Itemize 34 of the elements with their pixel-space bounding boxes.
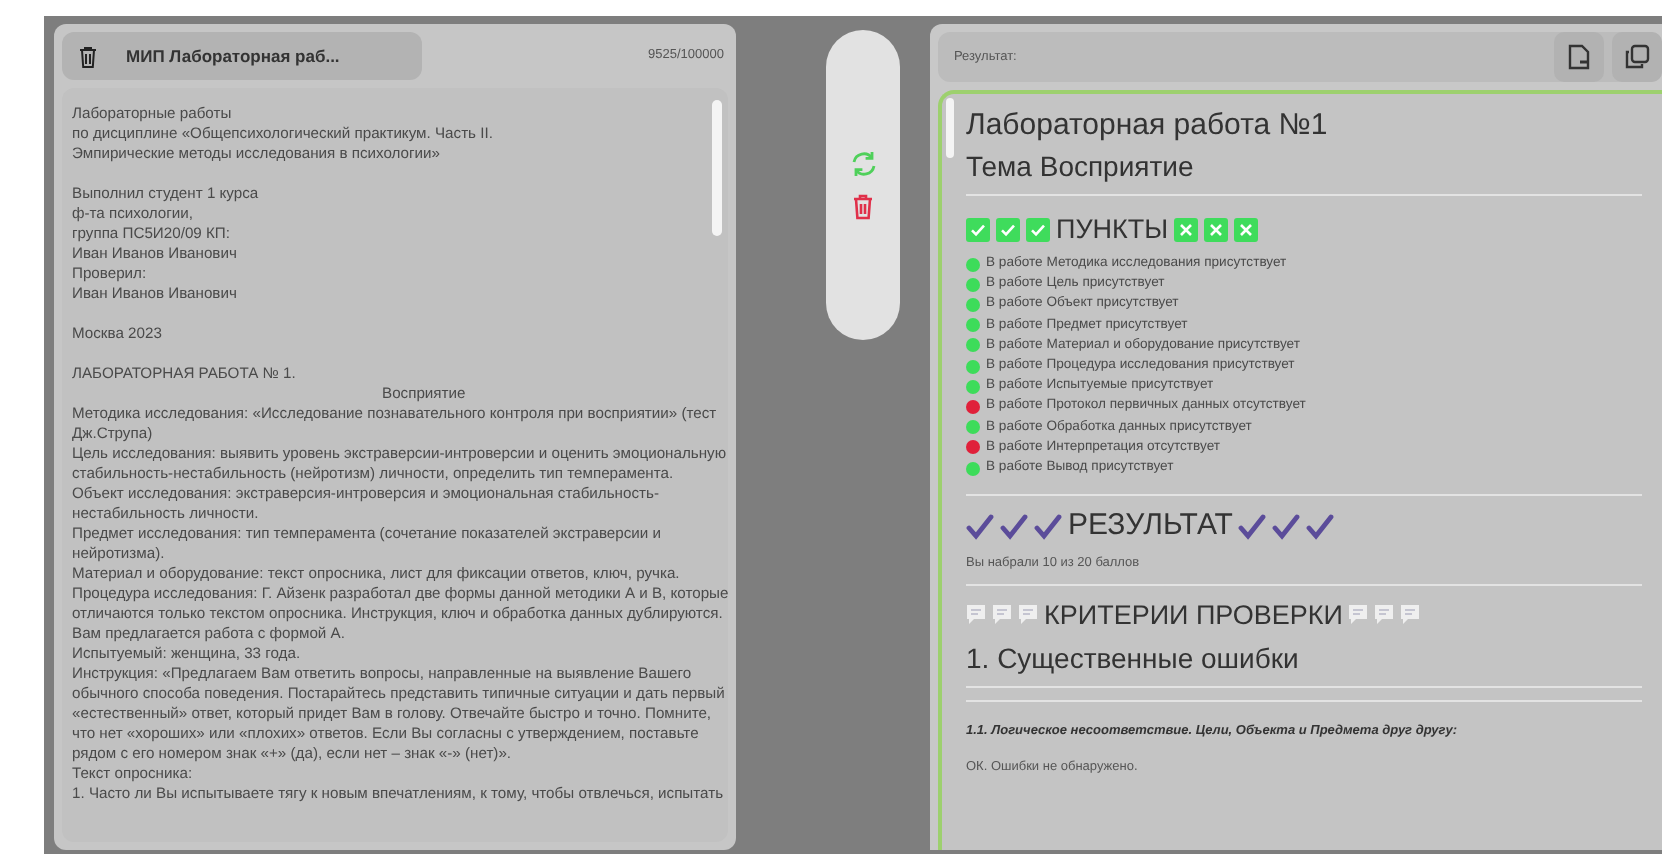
section-title: 1. Существенные ошибки <box>966 639 1301 676</box>
document-icon <box>1568 44 1590 70</box>
check-mark-icon <box>1000 513 1028 540</box>
check-mark-icon <box>1034 513 1062 540</box>
comment-icon <box>992 604 1012 627</box>
copy-icon <box>1624 44 1650 70</box>
section-heading: КРИТЕРИИ ПРОВЕРКИ <box>1044 597 1343 634</box>
topic-title: Тема Восприятие <box>966 148 1196 184</box>
cross-box-icon <box>1204 218 1229 242</box>
check-box-icon <box>1026 218 1050 242</box>
check-box-icon <box>966 218 990 242</box>
scrollbar-thumb[interactable] <box>946 98 954 158</box>
comment-icon <box>1400 604 1421 627</box>
tab-title: МИП Лабораторная раб... <box>126 43 340 69</box>
check-mark-icon <box>1306 513 1335 540</box>
document-tab[interactable]: МИП Лабораторная раб... <box>62 32 422 80</box>
trash-icon[interactable] <box>852 194 874 220</box>
check-mark-icon <box>1272 513 1301 540</box>
copy-button[interactable] <box>1612 32 1662 82</box>
section-heading: РЕЗУЛЬТАТ <box>1068 508 1233 545</box>
comment-icon <box>1374 604 1395 627</box>
cross-box-icon <box>1174 218 1199 242</box>
comment-icon <box>1348 604 1369 627</box>
check-mark-icon <box>1238 513 1267 540</box>
section-heading: ПУНКТЫ <box>1056 212 1169 248</box>
check-box-icon <box>996 218 1020 242</box>
trash-icon[interactable] <box>78 45 98 67</box>
cross-box-icon <box>1234 218 1259 242</box>
scrollbar-thumb[interactable] <box>712 100 722 236</box>
comment-icon <box>966 604 986 627</box>
check-mark-icon <box>966 513 994 540</box>
result-title: Лабораторная работа №1 <box>966 106 1330 144</box>
comment-icon <box>1018 604 1038 627</box>
pdf-export-button[interactable] <box>1554 32 1604 82</box>
